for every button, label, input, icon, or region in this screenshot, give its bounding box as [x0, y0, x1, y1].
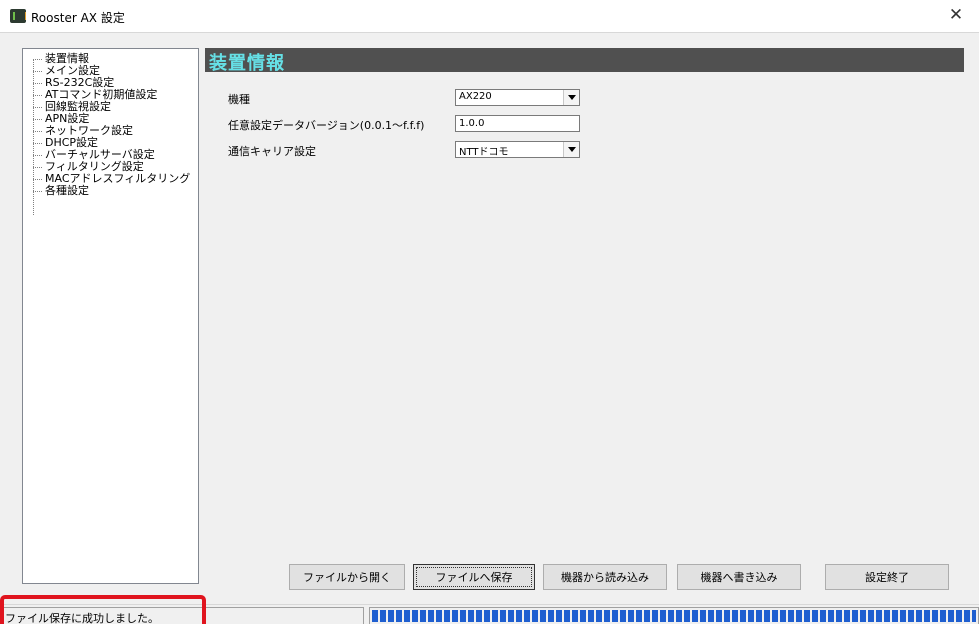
carrier-select-value: NTTドコモ [459, 147, 509, 158]
settings-tree[interactable]: 装置情報 メイン設定 RS-232C設定 ATコマンド初期値設定 回線監視設定 … [22, 48, 199, 584]
version-label: 任意設定データバージョン(0.0.1～f.f.f) [228, 119, 425, 132]
title-bar: Rooster AX 設定 ✕ [0, 0, 979, 32]
chevron-down-icon[interactable] [563, 90, 579, 105]
progress-bar [369, 607, 979, 624]
status-message: ファイル保存に成功しました。 [5, 612, 159, 624]
section-header: 装置情報 [205, 48, 964, 74]
model-select-value: AX220 [459, 91, 492, 102]
model-label: 機種 [228, 93, 250, 106]
app-icon [10, 9, 26, 23]
chevron-down-icon[interactable] [563, 142, 579, 157]
open-file-button[interactable]: ファイルから開く [289, 564, 405, 590]
carrier-label: 通信キャリア設定 [228, 145, 316, 158]
status-bar: ファイル保存に成功しました。 [0, 604, 979, 624]
write-device-button[interactable]: 機器へ書き込み [677, 564, 801, 590]
section-title: 装置情報 [209, 53, 285, 74]
tree-item-misc-settings[interactable]: 各種設定 [33, 185, 198, 197]
progress-fill [372, 610, 976, 622]
client-area: 装置情報 メイン設定 RS-232C設定 ATコマンド初期値設定 回線監視設定 … [0, 32, 979, 624]
finish-button[interactable]: 設定終了 [825, 564, 949, 590]
model-select[interactable]: AX220 [455, 89, 580, 106]
status-message-pane: ファイル保存に成功しました。 [1, 607, 364, 624]
window-title: Rooster AX 設定 [31, 11, 125, 25]
carrier-select[interactable]: NTTドコモ [455, 141, 580, 158]
save-file-button[interactable]: ファイルへ保存 [413, 564, 535, 590]
version-input[interactable] [455, 115, 580, 132]
close-button[interactable]: ✕ [933, 0, 979, 32]
read-device-button[interactable]: 機器から読み込み [543, 564, 667, 590]
